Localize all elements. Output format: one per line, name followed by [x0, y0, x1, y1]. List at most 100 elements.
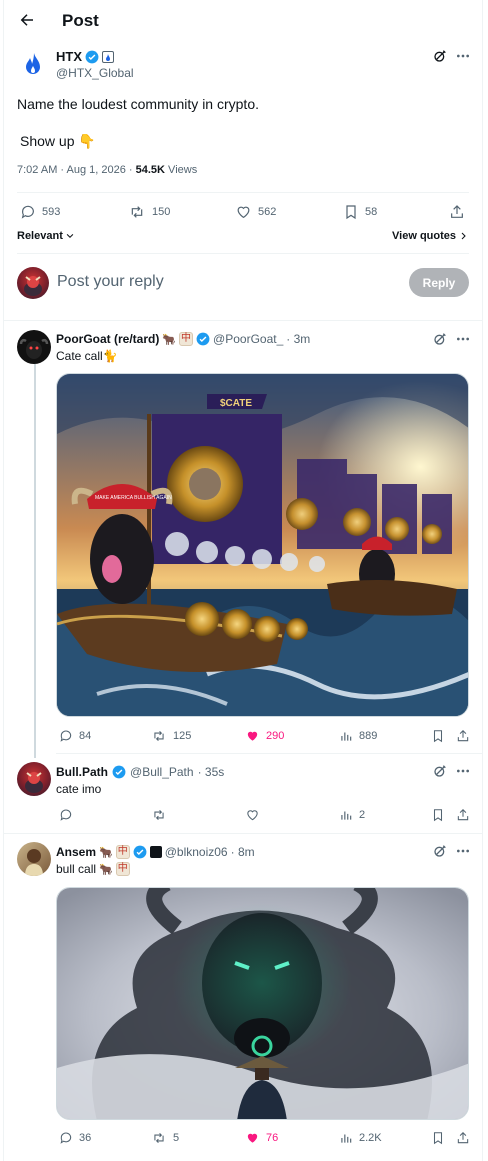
reply-action[interactable]: 84 [59, 729, 91, 743]
repost-action[interactable]: 125 [151, 729, 191, 743]
mahjong-tile-icon: 中 [115, 845, 130, 859]
reply-time[interactable]: · 8m [231, 845, 255, 859]
repost-action[interactable]: 150 [128, 204, 170, 220]
reply-icon [60, 809, 72, 821]
bookmark-action[interactable] [431, 729, 445, 743]
reply-author-name[interactable]: Ansem [56, 845, 96, 859]
verified-badge-icon [112, 765, 126, 779]
views-label: Views [165, 164, 198, 176]
views-action[interactable]: 2 [339, 808, 365, 822]
bookmark-action[interactable] [431, 1131, 445, 1145]
reply-time[interactable]: · 3m [286, 332, 310, 346]
author-name[interactable]: HTX [56, 49, 82, 64]
bookmark-icon [433, 809, 443, 822]
view-quotes-label: View quotes [392, 230, 456, 242]
like-action[interactable] [245, 808, 260, 822]
post-text-line-2: Show up 👇 [20, 133, 96, 149]
repost-action[interactable] [151, 808, 167, 822]
share-icon [457, 730, 469, 742]
views-count: 54.5K [135, 164, 165, 176]
reply-author-handle[interactable]: @PoorGoat_ [213, 332, 283, 346]
analytics-icon [341, 732, 352, 741]
like-action[interactable]: 76 [245, 1131, 278, 1145]
more-button[interactable] [455, 763, 471, 779]
view-quotes-link[interactable]: View quotes [392, 230, 468, 242]
repost-count: 150 [152, 206, 171, 218]
current-user-avatar[interactable] [17, 267, 49, 299]
divider [4, 833, 482, 834]
post-text-line-1: Name the loudest community in crypto. [17, 96, 259, 112]
divider [17, 192, 469, 193]
ansem-avatar[interactable] [17, 842, 51, 876]
grok-button[interactable] [432, 331, 448, 347]
reply-action[interactable] [59, 808, 73, 822]
more-icon [457, 337, 469, 341]
bullpath-avatar[interactable] [17, 762, 51, 796]
timeline-column: Post HTX @HTX_Global Name the loudest co… [3, 0, 483, 1161]
more-button[interactable] [455, 48, 471, 64]
bookmark-icon [433, 730, 443, 743]
reply-action[interactable]: 593 [20, 204, 60, 220]
reply-author-name[interactable]: PoorGoat (re/tard) [56, 332, 159, 346]
divider [4, 320, 482, 321]
share-action[interactable] [456, 729, 470, 743]
repost-icon [154, 809, 164, 821]
bookmark-action[interactable] [431, 808, 445, 822]
grok-icon [434, 50, 446, 62]
like-count: 290 [266, 730, 285, 742]
more-icon [457, 54, 469, 58]
ox-emoji-icon: 🐂 [99, 846, 113, 859]
more-button[interactable] [455, 843, 471, 859]
views-action[interactable]: 889 [339, 729, 377, 743]
post-time[interactable]: 7:02 AM · Aug 1, 2026 · [17, 164, 136, 176]
analytics-icon [341, 1134, 352, 1143]
repost-action[interactable]: 5 [151, 1131, 179, 1145]
views-count: 2 [359, 809, 366, 821]
thread-line [34, 364, 36, 758]
share-action[interactable] [456, 1131, 470, 1145]
reply-author-name[interactable]: Bull.Path [56, 765, 108, 779]
reply-input[interactable]: Post your reply [57, 273, 164, 291]
reply-icon [21, 205, 34, 219]
htx-avatar[interactable] [17, 49, 49, 81]
reply-time[interactable]: · 35s [198, 765, 225, 779]
reply-text: cate imo [56, 782, 102, 796]
reply-count: 84 [79, 730, 92, 742]
reply-author-handle[interactable]: @Bull_Path [130, 765, 194, 779]
back-button[interactable] [18, 11, 36, 29]
verified-badge-icon [85, 50, 99, 63]
reply-count: 593 [42, 206, 61, 218]
grok-button[interactable] [432, 48, 448, 64]
views-action[interactable]: 2.2K [339, 1131, 382, 1145]
grok-icon [434, 845, 446, 857]
bookmark-action[interactable]: 58 [343, 204, 377, 220]
share-action[interactable] [456, 808, 470, 822]
reply-button[interactable]: Reply [409, 268, 469, 297]
bookmark-count: 58 [365, 206, 378, 218]
poorgoat-avatar[interactable] [17, 330, 51, 364]
chevron-down-icon [66, 233, 74, 238]
reply-author-handle[interactable]: @blknoiz06 [165, 845, 228, 859]
like-action[interactable]: 562 [235, 204, 276, 220]
viking-cat-ships-image[interactable]: $CATE MAKE AMERICA BULLISH AGAIN [56, 373, 469, 717]
more-icon [457, 849, 469, 853]
grok-button[interactable] [432, 763, 448, 779]
verified-badge-icon [196, 332, 210, 346]
page-title: Post [62, 11, 99, 30]
reply-count: 36 [79, 1132, 92, 1144]
grok-button[interactable] [432, 843, 448, 859]
bookmark-icon [346, 205, 356, 220]
share-action[interactable] [449, 204, 465, 220]
like-action[interactable]: 290 [245, 729, 284, 743]
bull-warrior-image[interactable] [56, 887, 469, 1120]
sort-replies-dropdown[interactable]: Relevant [17, 230, 75, 242]
divider [56, 753, 482, 754]
chevron-right-icon [461, 232, 466, 240]
heart-filled-icon [247, 1133, 258, 1143]
more-button[interactable] [455, 331, 471, 347]
repost-icon [131, 206, 143, 218]
reply-action[interactable]: 36 [59, 1131, 91, 1145]
author-handle[interactable]: @HTX_Global [56, 66, 134, 80]
reply-icon [60, 730, 72, 742]
post-timestamp: 7:02 AM · Aug 1, 2026 · 54.5K Views [17, 164, 197, 176]
